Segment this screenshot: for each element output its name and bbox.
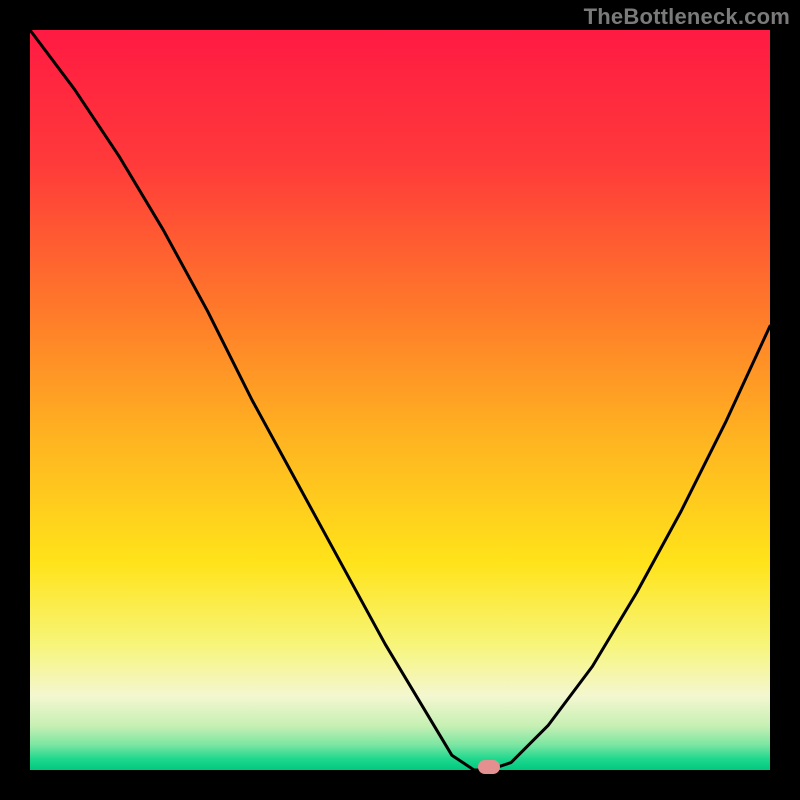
gradient-rect (30, 30, 770, 770)
watermark-text: TheBottleneck.com (584, 4, 790, 30)
chart-frame: TheBottleneck.com (0, 0, 800, 800)
chart-svg (30, 30, 770, 770)
plot-area (30, 30, 770, 770)
optimum-marker (478, 760, 500, 774)
